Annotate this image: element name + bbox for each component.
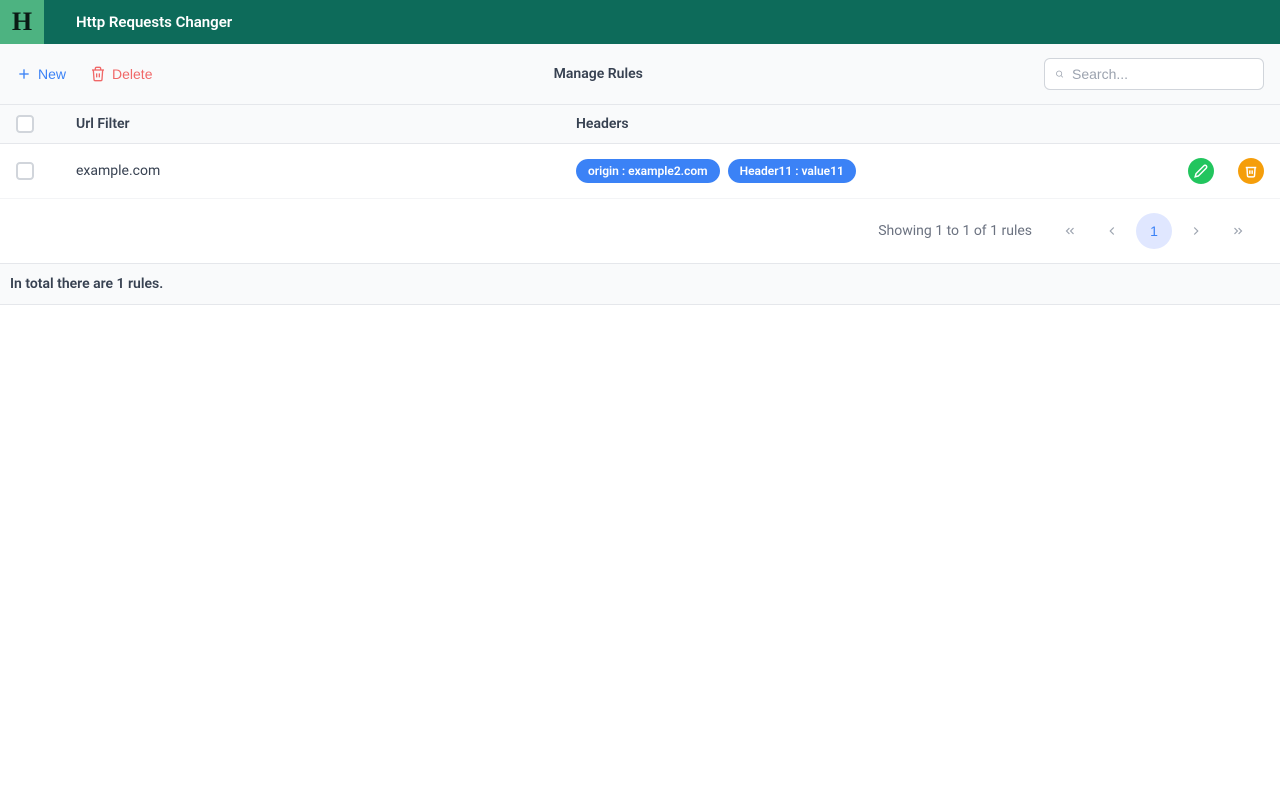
new-button-label: New [38, 66, 66, 82]
plus-icon [16, 66, 32, 82]
pagination-summary: Showing 1 to 1 of 1 rules [878, 223, 1032, 239]
row-checkbox[interactable] [16, 162, 34, 180]
col-header-headers: Headers [576, 116, 1144, 132]
pencil-icon [1194, 164, 1208, 178]
search-icon [1055, 66, 1064, 82]
edit-button[interactable] [1188, 158, 1214, 184]
chevron-left-icon [1105, 224, 1119, 238]
app-header: H Http Requests Changer [0, 0, 1280, 44]
chevron-right-icon [1189, 224, 1203, 238]
page-last-button[interactable] [1220, 213, 1256, 249]
trash-icon [90, 66, 106, 82]
page-first-button[interactable] [1052, 213, 1088, 249]
pagination: Showing 1 to 1 of 1 rules 1 [0, 199, 1280, 264]
search-input[interactable] [1072, 66, 1253, 82]
rules-table: Url Filter Headers example.com origin : … [0, 105, 1280, 199]
chevrons-left-icon [1063, 224, 1077, 238]
col-header-url: Url Filter [76, 116, 576, 132]
toolbar: New Delete Manage Rules [0, 44, 1280, 105]
trash-icon [1244, 164, 1258, 178]
page-title: Manage Rules [152, 66, 1044, 82]
select-all-checkbox[interactable] [16, 115, 34, 133]
search-field[interactable] [1044, 58, 1264, 90]
row-url: example.com [76, 163, 576, 179]
table-header-row: Url Filter Headers [0, 105, 1280, 144]
new-button[interactable]: New [16, 66, 66, 82]
footer-summary: In total there are 1 rules. [0, 264, 1280, 305]
header-tag: origin : example2.com [576, 159, 720, 183]
app-title: Http Requests Changer [76, 13, 232, 31]
page-prev-button[interactable] [1094, 213, 1130, 249]
app-logo: H [0, 0, 44, 44]
chevrons-right-icon [1231, 224, 1245, 238]
page-number-button[interactable]: 1 [1136, 213, 1172, 249]
page-next-button[interactable] [1178, 213, 1214, 249]
delete-button-label: Delete [112, 66, 152, 82]
header-tag: Header11 : value11 [728, 159, 856, 183]
delete-row-button[interactable] [1238, 158, 1264, 184]
table-row: example.com origin : example2.com Header… [0, 144, 1280, 199]
delete-button[interactable]: Delete [90, 66, 152, 82]
